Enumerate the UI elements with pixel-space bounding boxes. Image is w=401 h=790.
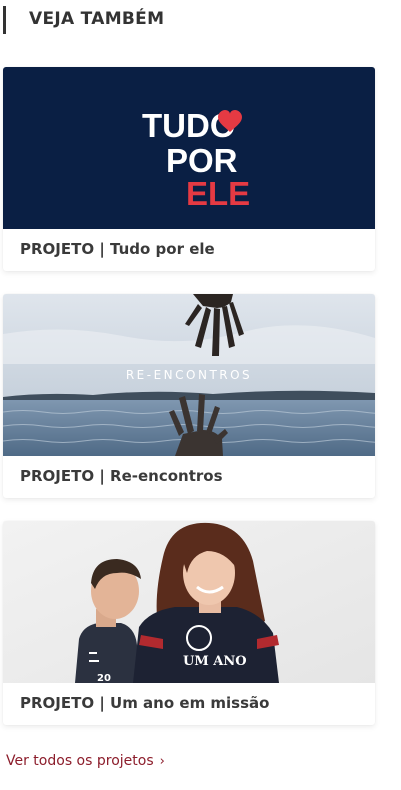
project-image-um-ano-em-missao[interactable]: 20 UM ANO [3, 521, 375, 683]
project-image-re-encontros[interactable]: RE-ENCONTROS [3, 294, 375, 456]
re-encontros-overlay-text: RE-ENCONTROS [126, 368, 252, 382]
shirt-text: UM ANO [183, 654, 247, 669]
project-title[interactable]: PROJETO | Tudo por ele [20, 239, 215, 259]
see-all-projects-link[interactable]: Ver todos os projetos › [6, 752, 165, 771]
project-title[interactable]: PROJETO | Re-encontros [20, 466, 223, 486]
project-card-re-encontros[interactable]: RE-ENCONTROS PROJETO | Re-encontros [3, 294, 375, 498]
logo-line-3: ELE [186, 175, 250, 212]
section-accent-bar [3, 6, 6, 34]
section-title: VEJA TAMBÉM [29, 9, 165, 29]
project-card-tudo-por-ele[interactable]: TUDO POR ELE PROJETO | Tudo por ele [3, 67, 375, 271]
svg-text:20: 20 [97, 673, 111, 683]
section-header: VEJA TAMBÉM [0, 0, 401, 40]
see-all-label[interactable]: Ver todos os projetos [6, 753, 154, 769]
project-card-um-ano-em-missao[interactable]: 20 UM ANO PROJETO | Um ano em missão [3, 521, 375, 725]
project-title[interactable]: PROJETO | Um ano em missão [20, 693, 269, 713]
logo-line-2: POR [166, 142, 238, 179]
chevron-right-icon[interactable]: › [160, 753, 165, 771]
project-image-tudo-por-ele[interactable]: TUDO POR ELE [3, 67, 375, 229]
